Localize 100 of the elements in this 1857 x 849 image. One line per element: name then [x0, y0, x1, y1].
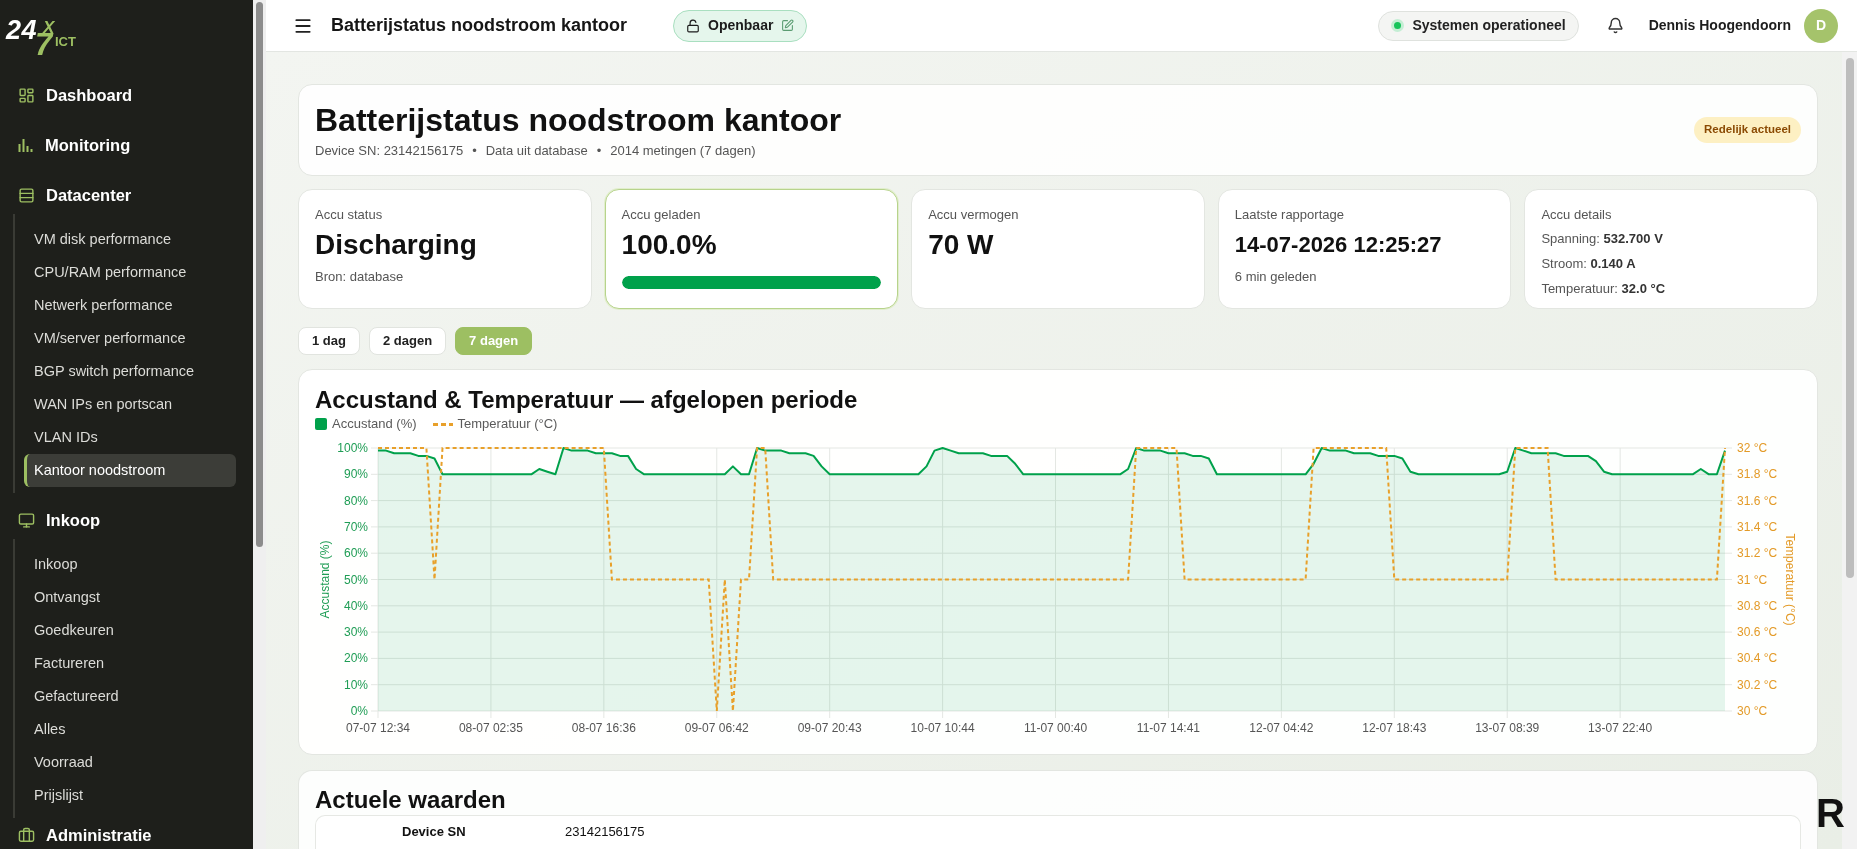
axis-tick-label: 10-07 10:44	[910, 721, 975, 735]
axis-tick-label: 31.6 °C	[1737, 493, 1778, 508]
nav-group-item[interactable]: Datacenter	[18, 181, 132, 209]
freshness-badge: Redelijk actueel	[1694, 117, 1801, 143]
nav-item[interactable]: Ontvangst	[24, 581, 236, 614]
axis-tick-label: 31.8 °C	[1737, 467, 1778, 482]
axis-tick-label: 31.4 °C	[1737, 519, 1778, 534]
chart-title: Accustand & Temperatuur — afgelopen periode	[315, 385, 858, 415]
axis-tick-label: 08-07 16:36	[571, 721, 636, 735]
axis-tick-label: 32 °C	[1737, 441, 1768, 455]
detail-text: Spanning: 532.700 V	[1541, 230, 1664, 248]
meta-text: •	[596, 142, 602, 160]
stat-value: 70 W	[928, 228, 995, 262]
nav-group-item[interactable]: Monitoring	[18, 131, 131, 159]
status-button[interactable]: Systemen operationeel	[1378, 10, 1579, 41]
logo-text: ICT	[55, 35, 76, 48]
nav-item[interactable]: Factureren	[24, 647, 236, 680]
monitor-icon	[18, 511, 35, 529]
nav-item[interactable]: Voorraad	[24, 746, 236, 779]
bell-icon[interactable]	[1607, 17, 1625, 34]
dashboard-icon	[18, 86, 35, 104]
axis-tick-label: 07-07 12:34	[345, 721, 411, 735]
axis-tick-label: 09-07 06:42	[684, 721, 749, 735]
meta-text: Data uit database	[485, 142, 588, 160]
axis-tick-label: 50%	[343, 572, 368, 587]
nav-item[interactable]: Prijslijst	[24, 779, 236, 812]
nav-item[interactable]: Gefactureerd	[24, 680, 236, 713]
axis-tick-label: 60%	[343, 546, 368, 561]
axis-tick-label: 08-07 02:35	[458, 721, 523, 735]
axis-tick-label: 0%	[350, 704, 368, 718]
scrollbar-thumb[interactable]	[1845, 58, 1854, 578]
unlock-icon	[686, 18, 701, 33]
legend-label: Accustand (%)	[332, 416, 417, 432]
axis-tick-label: 30.2 °C	[1737, 677, 1778, 692]
axis-tick-label: 30 °C	[1737, 704, 1768, 718]
meta-text: 2014 metingen (7 dagen)	[610, 142, 756, 160]
nav-item[interactable]: Kantoor noodstroom	[24, 454, 236, 487]
detail-text: Stroom: 0.140 A	[1541, 255, 1637, 273]
nav-group-item[interactable]: Administratie	[18, 821, 152, 849]
stat-label: Accu details	[1541, 206, 1613, 224]
logo-text: 24	[6, 17, 38, 44]
axis-tick-label: 30.6 °C	[1737, 625, 1778, 640]
stat-label: Accu status	[315, 206, 384, 224]
nav-item[interactable]: VM disk performance	[24, 223, 236, 256]
axis-tick-label: 13-07 22:40	[1588, 721, 1653, 735]
nav-item[interactable]: Netwerk performance	[24, 289, 236, 322]
section-title: Actuele waarden	[315, 785, 506, 815]
visibility-button[interactable]: Openbaar	[673, 9, 808, 42]
stat-value: 100.0%	[621, 228, 718, 262]
axis-tick-label: 90%	[343, 467, 368, 482]
axis-tick-label: 30%	[343, 625, 368, 640]
nav-item[interactable]: Alles	[24, 713, 236, 746]
axis-tick-label: 70%	[343, 519, 368, 534]
nav-group-item[interactable]: Dashboard	[18, 81, 133, 109]
axis-tick-label: 30.4 °C	[1737, 651, 1778, 666]
axis-tick-label: 31 °C	[1737, 572, 1768, 587]
axis-tick-label: 12-07 18:43	[1362, 721, 1427, 735]
nav-item[interactable]: Goedkeuren	[24, 614, 236, 647]
meta-text: Device SN: 23142156175	[315, 142, 464, 160]
user-name: Dennis Hoogendoorn	[1648, 16, 1791, 35]
nav-item[interactable]: Inkoop	[24, 548, 236, 581]
nav-group-item[interactable]: Inkoop	[18, 506, 101, 534]
table-row-header: Device SN	[402, 823, 467, 842]
axis-tick-label: 20%	[343, 651, 368, 666]
briefcase-icon	[18, 826, 35, 844]
detail-text: Temperatuur: 32.0 °C	[1541, 280, 1667, 298]
stat-note: Bron: database	[315, 268, 405, 286]
nav-item[interactable]: WAN IPs en portscan	[24, 388, 236, 421]
table-cell-text: 23142156175	[565, 823, 645, 842]
axis-tick-label: 11-07 00:40	[1023, 721, 1088, 735]
stat-note: 6 min geleden	[1234, 268, 1318, 286]
axis-title: Accustand (%)	[318, 540, 332, 619]
axis-tick-label: 12-07 04:42	[1249, 721, 1314, 735]
axis-tick-label: 30.8 °C	[1737, 598, 1778, 613]
card-title: Batterijstatus noodstroom kantoor	[315, 101, 842, 140]
axis-tick-label: 13-07 08:39	[1475, 721, 1540, 735]
stat-label: Laatste rapportage	[1234, 206, 1345, 224]
cut-off-text: R	[1816, 793, 1845, 833]
axis-tick-label: 10%	[343, 677, 368, 692]
stat-value: Discharging	[315, 228, 478, 262]
axis-tick-label: 09-07 20:43	[797, 721, 862, 735]
nav-item[interactable]: VM/server performance	[24, 322, 236, 355]
rows-icon	[18, 186, 35, 204]
scrollbar-thumb[interactable]	[256, 2, 263, 547]
axis-tick-label: 11-07 14:41	[1136, 721, 1201, 735]
nav-item[interactable]: BGP switch performance	[24, 355, 236, 388]
range-tab[interactable]: 1 dag	[298, 327, 360, 355]
edit-icon	[781, 19, 795, 32]
bar-chart-icon	[18, 138, 34, 152]
axis-tick-label: 80%	[343, 493, 368, 508]
axis-tick-label: 100%	[337, 441, 368, 455]
page-title: Batterijstatus noodstroom kantoor	[331, 14, 628, 37]
axis-tick-label: 40%	[343, 598, 368, 613]
stat-label: Accu geladen	[621, 206, 702, 224]
nav-item[interactable]: CPU/RAM performance	[24, 256, 236, 289]
stat-value: 14-07-2026 12:25:27	[1234, 231, 1443, 259]
range-tab[interactable]: 2 dagen	[368, 327, 447, 355]
axis-tick-label: 31.2 °C	[1737, 546, 1778, 561]
nav-item[interactable]: VLAN IDs	[24, 421, 236, 454]
meta-text: •	[472, 142, 477, 160]
